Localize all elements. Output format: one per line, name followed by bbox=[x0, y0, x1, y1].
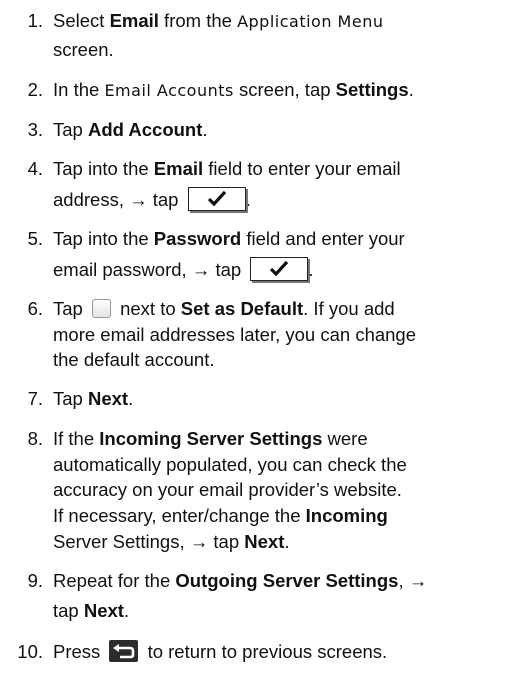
step-text: Tap Next. bbox=[53, 388, 134, 409]
step-text: In the Email Accounts screen, tap Settin… bbox=[53, 79, 414, 100]
checkmark-button-icon bbox=[187, 187, 246, 211]
step-number: 7. bbox=[27, 388, 43, 409]
step-number: 1. bbox=[27, 10, 43, 31]
back-key-icon bbox=[109, 640, 139, 662]
step-text: Tap next to Set as Default. If you add bbox=[53, 298, 395, 319]
step-number: 8. bbox=[27, 428, 43, 449]
step-number: 4. bbox=[27, 158, 43, 179]
checkbox-icon bbox=[91, 299, 111, 318]
step-text: Tap into the Email field to enter your e… bbox=[53, 158, 401, 179]
step-text: If the Incoming Server Settings were bbox=[53, 428, 368, 449]
step-number: 3. bbox=[27, 119, 43, 140]
step-number: 6. bbox=[27, 298, 43, 319]
step-text: Tap Add Account. bbox=[53, 119, 208, 140]
step-number: 9. bbox=[27, 570, 43, 591]
step-number: 10. bbox=[17, 641, 43, 662]
step-number: 5. bbox=[27, 228, 43, 249]
step-text: Repeat for the Outgoing Server Settings,… bbox=[53, 570, 428, 591]
step-text: Tap into the Password field and enter yo… bbox=[53, 228, 405, 249]
step-text: Select Email from the Application Menu bbox=[53, 10, 384, 31]
checkmark-button-icon bbox=[250, 257, 309, 281]
step-text: Press to return to previous screens. bbox=[53, 640, 388, 662]
step-number: 2. bbox=[27, 79, 43, 100]
